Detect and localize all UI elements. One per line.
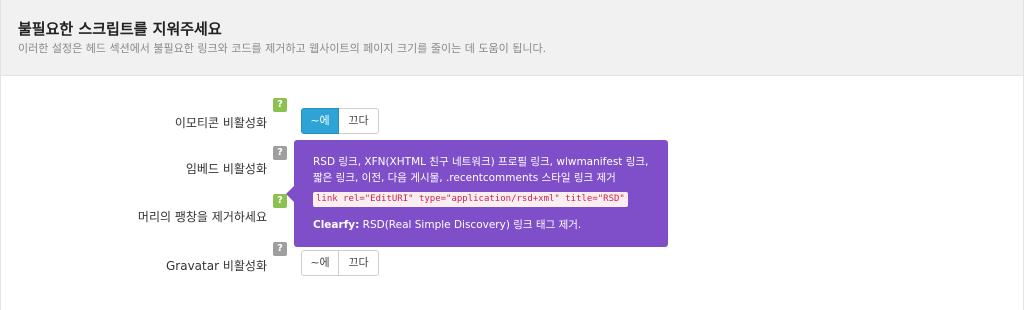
help-icon[interactable]: ? [273,242,287,256]
help-icon[interactable]: ? [273,194,287,208]
tooltip-text-line-1: RSD 링크, XFN(XHTML 친구 네트워크) 프로필 링크, wlwma… [313,156,649,168]
section-title: 불필요한 스크립트를 지워주세요 [18,20,222,38]
tooltip-footer: Clearfy: RSD(Real Simple Discovery) 링크 태… [313,217,652,233]
tooltip-footer-text: RSD(Real Simple Discovery) 링크 태그 제거. [359,219,582,231]
disable-emoji-label: 이모티콘 비활성화 [174,116,267,130]
disable-embeds-label: 임베드 비활성화 [185,162,267,176]
disable-emoji-toggle: ~에 끄다 [301,108,379,134]
disable-gravatar-label: Gravatar 비활성화 [165,259,267,273]
section-header: 불필요한 스크립트를 지워주세요 이러한 설정은 헤드 섹션에서 불필요한 링크… [1,0,1023,76]
help-tooltip: RSD 링크, XFN(XHTML 친구 네트워크) 프로필 링크, wlwma… [286,140,668,247]
tooltip-text-line-2: 짧은 링크, 이전, 다음 게시물, .recentcomments 스타일 링… [313,172,616,184]
toggle-on-button[interactable]: ~에 [301,250,339,276]
tooltip-code-snippet: link rel="EditURI" type="application/rsd… [313,192,628,207]
section-description: 이러한 설정은 헤드 섹션에서 불필요한 링크와 코드를 제거하고 웹사이트의 … [18,42,547,55]
settings-panel: 불필요한 스크립트를 지워주세요 이러한 설정은 헤드 섹션에서 불필요한 링크… [0,0,1024,310]
disable-gravatar-toggle: ~에 끄다 [301,250,379,276]
help-icon[interactable]: ? [273,146,287,160]
toggle-on-button[interactable]: ~에 [301,108,339,134]
help-icon[interactable]: ? [273,98,287,112]
tooltip-brand: Clearfy: [313,219,360,231]
toggle-off-button[interactable]: 끄다 [339,250,379,276]
remove-head-bloat-label: 머리의 팽창을 제거하세요 [137,210,267,224]
toggle-off-button[interactable]: 끄다 [339,108,379,134]
